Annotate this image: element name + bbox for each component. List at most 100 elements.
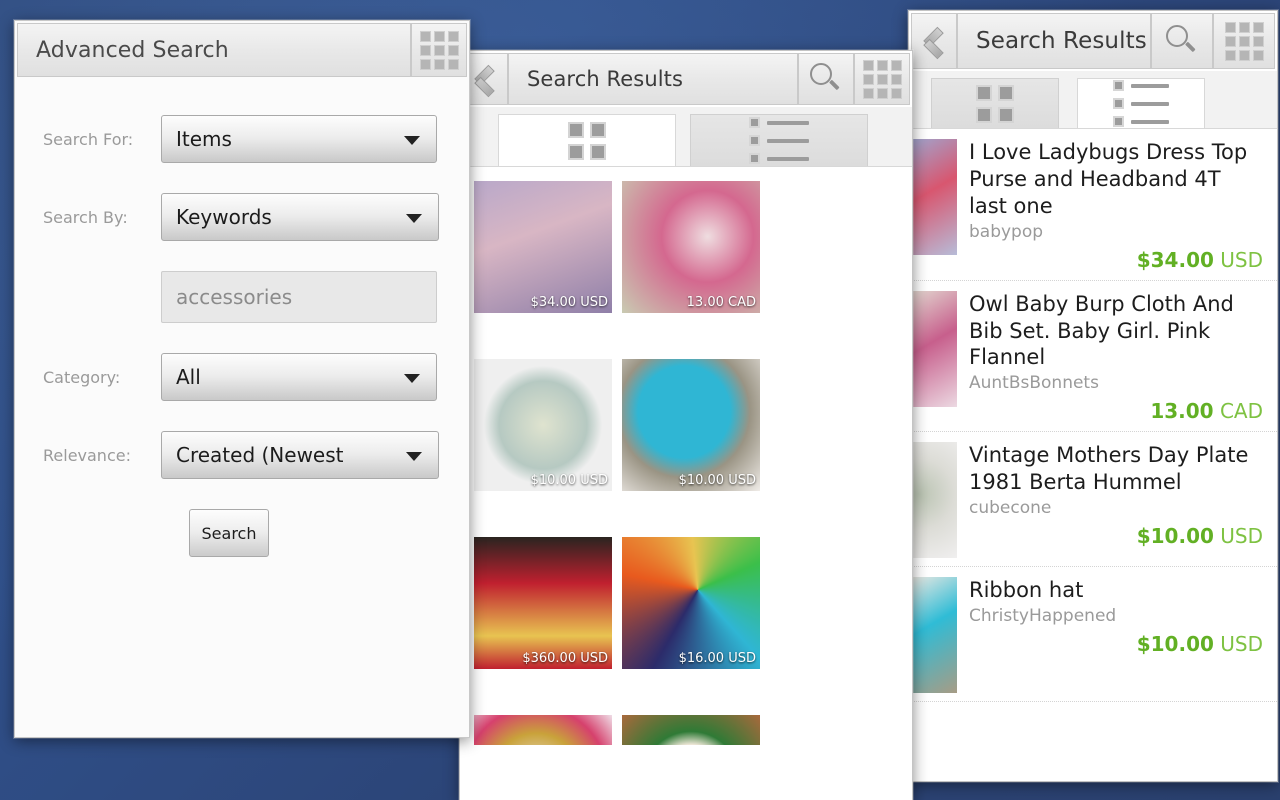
item-thumbnail	[622, 359, 760, 491]
grid-item[interactable]: $360.00 USD	[474, 537, 612, 669]
item-price: $360.00 USD	[522, 651, 608, 666]
tab-grid-view[interactable]	[931, 78, 1059, 128]
search-button[interactable]: Search	[189, 509, 269, 557]
field-label: Search For:	[43, 129, 134, 149]
list-item[interactable]: Owl Baby Burp Cloth And Bib Set. Baby Gi…	[909, 281, 1277, 433]
advanced-search-form: Search For: Items Search By: Keywords ac…	[15, 79, 469, 557]
item-thumbnail	[474, 715, 612, 745]
item-price: $10.00 USD	[969, 632, 1263, 656]
grid-item[interactable]: $10.00 USD	[474, 359, 612, 491]
field-search-by: Search By: Keywords	[15, 193, 469, 241]
grid-item[interactable]: $10.00 USD	[622, 359, 760, 491]
item-price-amount: $10.00	[1136, 524, 1214, 548]
category-select[interactable]: All	[161, 353, 437, 401]
middle-view-tabs	[460, 107, 912, 167]
grid-4-icon	[568, 121, 606, 160]
grid-item[interactable]: $34.00 USD	[474, 181, 612, 313]
item-thumbnail	[474, 181, 612, 313]
list-item[interactable]: Vintage Mothers Day Plate 1981 Berta Hum…	[909, 432, 1277, 568]
field-label: Relevance:	[43, 445, 131, 465]
field-search-for: Search For: Items	[15, 115, 469, 163]
middle-window-title: Search Results	[508, 53, 798, 105]
relevance-select[interactable]: Created (Newest	[161, 431, 439, 479]
list-item[interactable]: I Love Ladybugs Dress Top Purse and Head…	[909, 129, 1277, 281]
item-thumbnail	[622, 181, 760, 313]
item-thumbnail	[474, 537, 612, 669]
chevron-down-icon	[406, 452, 422, 461]
item-thumbnail	[909, 442, 957, 559]
tab-list-view[interactable]	[690, 114, 868, 166]
search-by-value: Keywords	[176, 205, 272, 229]
field-relevance: Relevance: Created (Newest	[15, 431, 469, 479]
grid-item[interactable]: $8.00 USD	[622, 715, 760, 745]
advanced-search-titlebar: Advanced Search	[15, 21, 469, 79]
chevron-down-icon	[404, 136, 420, 145]
grid-9-icon	[419, 30, 459, 70]
middle-titlebar: Search Results	[460, 51, 912, 107]
item-thumbnail	[474, 359, 612, 491]
apps-grid-button[interactable]	[1213, 13, 1275, 69]
chevron-left-icon	[922, 26, 946, 56]
item-price: $10.00 USD	[678, 473, 756, 488]
right-search-results-window: Search Results I Love Ladybugs Dress Top…	[908, 10, 1278, 782]
right-titlebar: Search Results	[909, 11, 1277, 71]
item-shop: ChristyHappened	[969, 606, 1117, 627]
search-button[interactable]	[798, 53, 854, 105]
item-title: Vintage Mothers Day Plate 1981 Berta Hum…	[969, 443, 1249, 495]
item-price-currency: USD	[1220, 524, 1263, 548]
list-icon	[749, 117, 809, 164]
right-results-list[interactable]: I Love Ladybugs Dress Top Purse and Head…	[909, 129, 1277, 777]
grid-item[interactable]: 13.00 CAD	[622, 181, 760, 313]
list-item[interactable]: Ribbon hat ChristyHappened $10.00 USD	[909, 567, 1277, 703]
keywords-input[interactable]: accessories	[161, 271, 437, 323]
chevron-down-icon	[404, 374, 420, 383]
advanced-search-window: Advanced Search Search For: Items Search…	[14, 20, 470, 738]
item-price: $34.00 USD	[530, 295, 608, 310]
tab-grid-view[interactable]	[498, 114, 676, 166]
chevron-down-icon	[406, 214, 422, 223]
grid-4-icon	[976, 84, 1014, 123]
search-for-value: Items	[176, 127, 232, 151]
item-price: 13.00 CAD	[969, 399, 1263, 423]
item-price-amount: $34.00	[1136, 247, 1214, 272]
item-price: $10.00 USD	[969, 524, 1263, 548]
field-keywords: accessories	[15, 271, 469, 323]
item-price-amount: 13.00	[1150, 399, 1214, 424]
field-submit: Search	[15, 509, 469, 557]
right-window-title: Search Results	[957, 13, 1151, 69]
item-price: $10.00 USD	[530, 473, 608, 488]
item-thumbnail	[909, 139, 957, 255]
item-price: $34.00 USD	[969, 248, 1263, 272]
chevron-left-icon	[473, 64, 497, 94]
desktop-background: Search Results I Love Ladybugs Dress Top…	[0, 0, 1280, 800]
grid-item[interactable]: $30.00 USD	[474, 715, 612, 745]
tab-list-view[interactable]	[1077, 78, 1205, 128]
middle-results-grid[interactable]: $34.00 USD 13.00 CAD $10.00 USD $10.00 U…	[460, 167, 912, 745]
grid-item[interactable]: $16.00 USD	[622, 537, 760, 669]
right-view-tabs	[909, 71, 1277, 129]
item-price-currency: USD	[1220, 632, 1263, 657]
magnifier-icon	[1165, 24, 1199, 58]
item-price-currency: CAD	[1219, 399, 1263, 424]
item-thumbnail	[909, 290, 957, 407]
field-label: Category:	[43, 367, 121, 387]
search-button[interactable]	[1151, 13, 1213, 69]
search-by-select[interactable]: Keywords	[161, 193, 439, 241]
search-for-select[interactable]: Items	[161, 115, 437, 163]
magnifier-icon	[809, 62, 843, 96]
middle-search-results-window: Search Results $34.00 USD 13.00 CAD $10.…	[459, 50, 913, 800]
item-title: I Love Ladybugs Dress Top Purse and Head…	[969, 140, 1248, 218]
back-button[interactable]	[911, 13, 957, 69]
item-price: $16.00 USD	[678, 651, 756, 666]
item-thumbnail	[909, 577, 957, 694]
item-thumbnail	[622, 715, 760, 745]
grid-9-icon	[862, 59, 902, 99]
item-thumbnail	[622, 537, 760, 669]
apps-grid-button[interactable]	[854, 53, 910, 105]
item-shop: AuntBsBonnets	[969, 373, 1099, 394]
item-shop: cubecone	[969, 498, 1052, 518]
apps-grid-button[interactable]	[411, 23, 467, 77]
advanced-search-title: Advanced Search	[17, 23, 411, 77]
item-title: Ribbon hat	[969, 578, 1084, 603]
item-price-amount: $10.00	[1136, 632, 1214, 657]
